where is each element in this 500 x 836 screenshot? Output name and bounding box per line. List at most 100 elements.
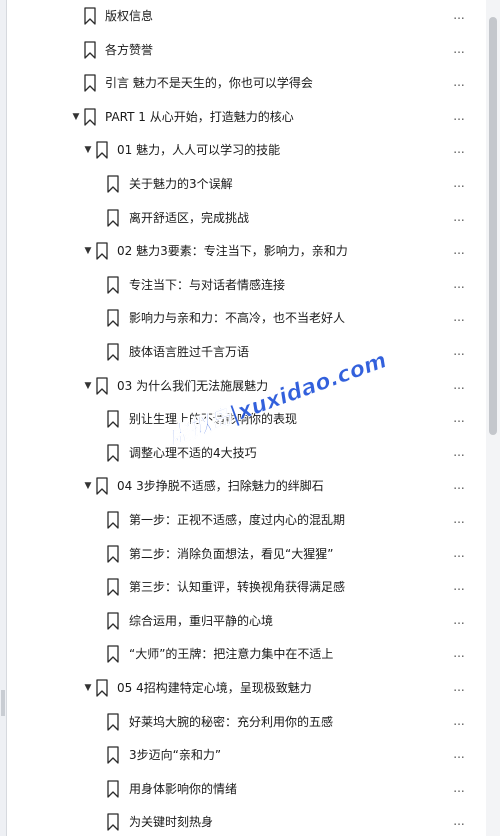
- outline-item[interactable]: ▼ 02 魅力3要素：专注当下，影响力，亲和力...: [7, 235, 485, 269]
- outline-item-label: 第二步：消除负面想法，看见“大猩猩”: [129, 546, 334, 561]
- more-options-icon[interactable]: ...: [447, 41, 471, 59]
- outline-item-label: 02 魅力3要素：专注当下，影响力，亲和力: [117, 244, 348, 259]
- more-options-icon[interactable]: ...: [447, 545, 471, 563]
- more-options-icon[interactable]: ...: [447, 276, 471, 294]
- expand-toggle-icon[interactable]: ▼: [82, 480, 94, 492]
- more-options-icon[interactable]: ...: [447, 578, 471, 596]
- more-options-icon[interactable]: ...: [447, 343, 471, 361]
- bookmark-icon: [96, 141, 108, 160]
- more-options-icon[interactable]: ...: [447, 746, 471, 764]
- expand-toggle-icon[interactable]: ▼: [82, 380, 94, 392]
- more-options-icon[interactable]: ...: [447, 780, 471, 798]
- bookmark-icon: [107, 309, 119, 328]
- more-options-icon[interactable]: ...: [447, 209, 471, 227]
- scrollbar-thumb[interactable]: [489, 17, 497, 435]
- outline-item-label: 综合运用，重归平静的心境: [129, 613, 274, 628]
- outline-item-label: 03 为什么我们无法施展魅力: [117, 378, 269, 393]
- bookmark-icon: [107, 712, 119, 731]
- outline-item[interactable]: 关于魅力的3个误解...: [7, 168, 485, 202]
- outline-item-label: 好莱坞大腕的秘密：充分利用你的五感: [129, 714, 334, 729]
- bookmark-icon: [107, 276, 119, 294]
- bookmark-icon: [107, 780, 119, 798]
- bookmark-icon: [107, 343, 119, 361]
- outline-item[interactable]: 第二步：消除负面想法，看见“大猩猩”...: [7, 538, 485, 572]
- outline-item-label: 第三步：认知重评，转换视角获得满足感: [129, 580, 346, 595]
- bookmark-icon: [96, 477, 108, 496]
- outline-item[interactable]: ▼ 05 4招构建特定心境，呈现极致魅力...: [7, 672, 485, 706]
- more-options-icon[interactable]: ...: [447, 645, 471, 663]
- more-options-icon[interactable]: ...: [447, 612, 471, 630]
- bookmark-icon: [84, 40, 96, 59]
- bookmark-icon: [107, 813, 119, 832]
- outline-item[interactable]: 第三步：认知重评，转换视角获得满足感...: [7, 571, 485, 605]
- outline-item[interactable]: 引言 魅力不是天生的，你也可以学得会...: [7, 67, 485, 101]
- more-options-icon[interactable]: ...: [447, 477, 471, 495]
- more-options-icon[interactable]: ...: [447, 410, 471, 428]
- bookmark-icon: [96, 242, 108, 260]
- outline-item-label: 版权信息: [105, 9, 154, 23]
- bookmark-icon: [107, 544, 119, 563]
- more-options-icon[interactable]: ...: [447, 242, 471, 260]
- more-options-icon[interactable]: ...: [447, 74, 471, 92]
- expand-toggle-icon[interactable]: ▼: [70, 111, 82, 123]
- bookmark-icon: [107, 208, 119, 227]
- outline-item[interactable]: 好莱坞大腕的秘密：充分利用你的五感...: [7, 706, 485, 740]
- outline-item-label: 用身体影响你的情绪: [129, 781, 238, 796]
- more-options-icon[interactable]: ...: [447, 813, 471, 831]
- more-options-icon[interactable]: ...: [447, 511, 471, 529]
- outline-item[interactable]: ▼ 03 为什么我们无法施展魅力...: [7, 370, 485, 404]
- outline-item-label: 各方赞誉: [105, 42, 154, 57]
- outline-item[interactable]: “大师”的王牌：把注意力集中在不适上...: [7, 638, 485, 672]
- outline-item[interactable]: 为关键时刻热身...: [7, 806, 485, 836]
- outline-item[interactable]: 用身体影响你的情绪...: [7, 773, 485, 807]
- outline-item-label: 影响力与亲和力：不高冷，也不当老好人: [129, 311, 346, 326]
- outline-item[interactable]: 肢体语言胜过千言万语...: [7, 336, 485, 370]
- bookmark-icon: [107, 511, 119, 529]
- more-options-icon[interactable]: ...: [447, 444, 471, 462]
- expand-toggle-icon[interactable]: ▼: [82, 144, 94, 156]
- more-options-icon[interactable]: ...: [447, 141, 471, 159]
- outline-item[interactable]: 影响力与亲和力：不高冷，也不当老好人...: [7, 302, 485, 336]
- bookmark-icon: [84, 74, 96, 92]
- bookmark-icon: [107, 645, 119, 664]
- outline-item[interactable]: ▼ PART 1 从心开始，打造魅力的核心...: [7, 101, 485, 135]
- outline-item[interactable]: ▼ 04 3步挣脱不适感，扫除魅力的绊脚石...: [7, 470, 485, 504]
- bookmark-icon: [84, 7, 96, 25]
- expand-toggle-icon[interactable]: ▼: [82, 245, 94, 257]
- more-options-icon[interactable]: ...: [447, 7, 471, 25]
- outline-item[interactable]: 专注当下：与对话者情感连接...: [7, 269, 485, 303]
- more-options-icon[interactable]: ...: [447, 679, 471, 697]
- outline-item-label: 引言 魅力不是天生的，你也可以学得会: [105, 76, 313, 91]
- outline-item-label: 第一步：正视不适感，度过内心的混乱期: [129, 513, 346, 527]
- outline-item[interactable]: 3步迈向“亲和力”...: [7, 739, 485, 773]
- outline-item-label: PART 1 从心开始，打造魅力的核心: [105, 109, 294, 124]
- bookmark-icon: [96, 679, 108, 697]
- outline-item[interactable]: ▼ 01 魅力，人人可以学习的技能...: [7, 134, 485, 168]
- bookmark-icon: [107, 175, 119, 193]
- bookmark-icon: [84, 108, 96, 126]
- outline-item[interactable]: 第一步：正视不适感，度过内心的混乱期...: [7, 504, 485, 538]
- outline-item[interactable]: 调整心理不适的4大技巧...: [7, 437, 485, 471]
- more-options-icon[interactable]: ...: [447, 175, 471, 193]
- outline-item[interactable]: 版权信息...: [7, 0, 485, 34]
- more-options-icon[interactable]: ...: [447, 377, 471, 395]
- more-options-icon[interactable]: ...: [447, 309, 471, 327]
- outline-item-label: 04 3步挣脱不适感，扫除魅力的绊脚石: [117, 479, 324, 494]
- more-options-icon[interactable]: ...: [447, 713, 471, 731]
- outline-item[interactable]: 别让生理上的不适影响你的表现...: [7, 403, 485, 437]
- bookmark-outline-panel: 版权信息... 各方赞誉... 引言 魅力不是天生的，你也可以学得会... ▼ PART…: [7, 0, 485, 836]
- expand-toggle-icon[interactable]: ▼: [82, 682, 94, 694]
- outline-item-label: 为关键时刻热身: [129, 815, 214, 830]
- bookmark-icon: [96, 376, 108, 395]
- outline-item-label: 01 魅力，人人可以学习的技能: [117, 143, 281, 158]
- outline-item[interactable]: 各方赞誉...: [7, 34, 485, 68]
- outline-item-label: 离开舒适区，完成挑战: [129, 210, 250, 225]
- more-options-icon[interactable]: ...: [447, 108, 471, 126]
- outline-item-label: 05 4招构建特定心境，呈现极致魅力: [117, 681, 312, 695]
- outline-item[interactable]: 离开舒适区，完成挑战...: [7, 202, 485, 236]
- outline-item-label: 3步迈向“亲和力”: [129, 748, 222, 763]
- outline-item[interactable]: 综合运用，重归平静的心境...: [7, 605, 485, 639]
- vertical-scrollbar[interactable]: [486, 0, 500, 836]
- left-panel-edge: [0, 0, 7, 836]
- bookmark-icon: [107, 612, 119, 630]
